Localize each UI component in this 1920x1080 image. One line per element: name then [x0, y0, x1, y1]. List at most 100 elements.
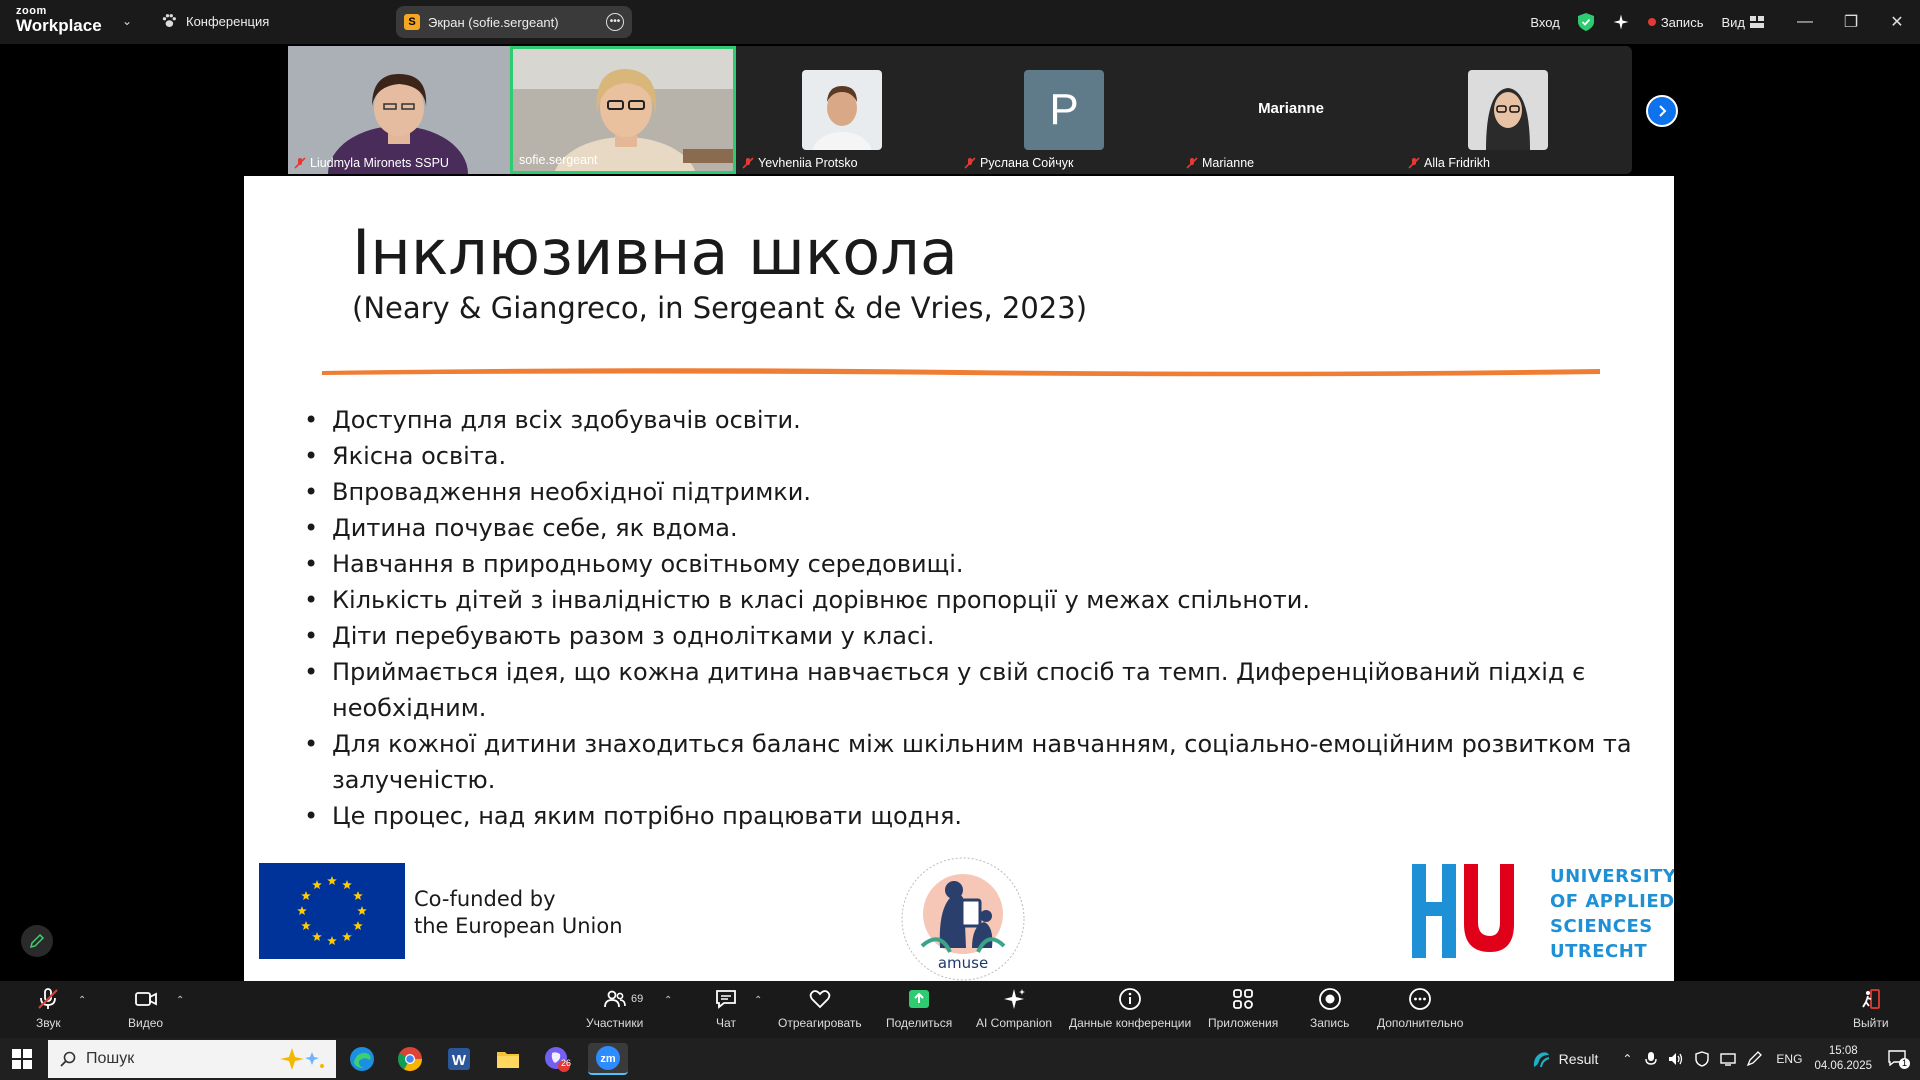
- grid-view-icon: [1750, 16, 1764, 28]
- record-label: Запись: [1310, 1016, 1350, 1030]
- notifications-button[interactable]: 1: [1888, 1049, 1910, 1069]
- ai-companion-button[interactable]: AI Companion: [976, 987, 1052, 1030]
- amuse-logo: amuse: [901, 857, 1025, 981]
- participant-name-text: Alla Fridrikh: [1424, 156, 1490, 170]
- meeting-toolbar: Звук ⌃ Видео ⌃ Участники 69 ⌃ Чат ⌃ Отре…: [0, 981, 1920, 1038]
- participant-name-text: Yevheniia Protsko: [758, 156, 858, 170]
- encryption-shield-icon[interactable]: [1577, 13, 1594, 31]
- participant-tile[interactable]: P Руслана Сойчук: [958, 46, 1180, 174]
- apps-button[interactable]: Приложения: [1208, 987, 1278, 1030]
- participant-name: Liudmyla Mironets SSPU: [294, 156, 449, 170]
- weather-widget[interactable]: Result: [1531, 1049, 1598, 1069]
- meeting-info-label: Данные конференции: [1069, 1016, 1192, 1030]
- participant-name-text: Liudmyla Mironets SSPU: [310, 156, 449, 170]
- mic-muted-icon: [38, 988, 59, 1009]
- network-icon[interactable]: [1720, 1052, 1737, 1066]
- participants-label: Участники: [586, 1016, 644, 1030]
- shared-slide: Інклюзивна школа (Neary & Giangreco, in …: [244, 176, 1674, 981]
- participant-name-text: Руслана Сойчук: [980, 156, 1074, 170]
- mic-muted-icon: [964, 157, 976, 169]
- language-indicator[interactable]: ENG: [1776, 1052, 1802, 1066]
- participant-strip: Liudmyla Mironets SSPU sofie.sergeant Ye…: [288, 46, 1632, 174]
- participant-display-name: Marianne: [1258, 100, 1324, 117]
- conference-label: Конференция: [186, 13, 270, 29]
- participant-name-text: Marianne: [1202, 156, 1255, 170]
- annotate-pencil-button[interactable]: [21, 925, 53, 957]
- participant-tile[interactable]: Marianne Marianne: [1180, 46, 1402, 174]
- taskbar-search-input[interactable]: Пошук: [48, 1040, 336, 1078]
- share-screen-icon: [909, 990, 930, 1008]
- restore-icon[interactable]: ❐: [1828, 12, 1874, 32]
- participant-tile[interactable]: Alla Fridrikh: [1402, 46, 1624, 174]
- participants-options-caret[interactable]: ⌃: [664, 995, 672, 1006]
- participant-tile-active[interactable]: sofie.sergeant: [510, 46, 736, 174]
- vpn-shield-icon[interactable]: [1694, 1051, 1710, 1067]
- eu-line-2: the European Union: [414, 914, 623, 938]
- ai-sparkle-icon[interactable]: [1612, 13, 1630, 31]
- minimize-icon[interactable]: —: [1782, 13, 1828, 31]
- participant-avatar: [1468, 70, 1548, 150]
- file-explorer-icon[interactable]: [492, 1043, 524, 1075]
- windows-start-icon[interactable]: [12, 1049, 32, 1069]
- clock-time: 15:08: [1828, 1045, 1858, 1057]
- sharer-avatar-icon: S: [404, 14, 420, 30]
- viber-app-icon[interactable]: 26: [541, 1043, 573, 1075]
- participant-name: Yevheniia Protsko: [742, 156, 858, 170]
- mic-muted-icon: [1408, 157, 1420, 169]
- next-page-button[interactable]: [1646, 95, 1678, 127]
- share-button[interactable]: Поделиться: [886, 987, 952, 1030]
- view-button[interactable]: Вид: [1721, 15, 1764, 30]
- record-icon: [1318, 988, 1341, 1010]
- bullet-item: Якісна освіта.: [304, 438, 1644, 474]
- search-placeholder: Пошук: [86, 1050, 135, 1067]
- chat-button[interactable]: Чат: [714, 987, 738, 1030]
- mic-muted-icon: [1186, 157, 1198, 169]
- amuse-label: amuse: [938, 954, 988, 972]
- view-label: Вид: [1721, 14, 1745, 30]
- pencil-icon: [29, 933, 45, 949]
- edge-app-icon[interactable]: [346, 1043, 378, 1075]
- chevron-right-icon: [1659, 105, 1667, 117]
- tray-mic-icon[interactable]: [1644, 1051, 1658, 1067]
- participant-avatar: [802, 70, 882, 150]
- speaker-icon[interactable]: [1668, 1052, 1684, 1066]
- audio-options-caret[interactable]: ⌃: [78, 995, 86, 1006]
- participant-avatar-letter: P: [1024, 70, 1104, 150]
- info-icon: [1119, 988, 1141, 1010]
- word-app-icon[interactable]: W: [443, 1043, 475, 1075]
- system-tray: Result ⌃ ENG 15:08 04.06.2025 1: [1531, 1038, 1920, 1080]
- leave-button[interactable]: Выйти: [1853, 987, 1889, 1030]
- pen-input-icon[interactable]: [1746, 1051, 1763, 1067]
- more-options-icon[interactable]: •••: [606, 13, 624, 31]
- brand-big: Workplace: [16, 16, 102, 35]
- more-button[interactable]: Дополнительно: [1377, 987, 1463, 1030]
- participant-video: [288, 46, 510, 174]
- eu-flag-logo: [259, 863, 405, 959]
- signin-button[interactable]: Вход: [1530, 15, 1559, 30]
- video-options-caret[interactable]: ⌃: [176, 995, 184, 1006]
- zoom-app-icon[interactable]: zm: [588, 1043, 628, 1075]
- participant-tile[interactable]: Liudmyla Mironets SSPU: [288, 46, 510, 174]
- title-bar-right: Вход Запись Вид — ❐ ✕: [1530, 0, 1920, 44]
- svg-text:W: W: [452, 1052, 467, 1069]
- record-button[interactable]: Запись: [1310, 987, 1349, 1030]
- meeting-info-button[interactable]: Данные конференции: [1069, 987, 1191, 1030]
- react-button[interactable]: Отреагировать: [778, 987, 862, 1030]
- taskbar-clock[interactable]: 15:08 04.06.2025: [1814, 1044, 1872, 1074]
- chat-options-caret[interactable]: ⌃: [754, 995, 762, 1006]
- audio-button[interactable]: Звук: [36, 987, 61, 1030]
- apps-icon: [1233, 989, 1254, 1009]
- chevron-down-icon[interactable]: ⌄: [122, 14, 132, 28]
- conference-menu-button[interactable]: Конференция: [160, 12, 269, 30]
- recording-indicator[interactable]: Запись: [1647, 15, 1703, 30]
- screen-share-indicator[interactable]: S Экран (sofie.sergeant) •••: [396, 6, 632, 38]
- slide-subtitle: (Neary & Giangreco, in Sergeant & de Vri…: [352, 291, 1088, 325]
- tray-overflow-chevron-icon[interactable]: ⌃: [1622, 1052, 1632, 1066]
- chrome-app-icon[interactable]: [394, 1043, 426, 1075]
- participant-tile[interactable]: Yevheniia Protsko: [736, 46, 958, 174]
- participant-name: Руслана Сойчук: [964, 156, 1073, 170]
- video-button[interactable]: Видео: [128, 987, 163, 1030]
- ai-sparkle-icon: [1004, 989, 1026, 1009]
- close-icon[interactable]: ✕: [1874, 12, 1920, 32]
- weather-icon: [1533, 1052, 1549, 1068]
